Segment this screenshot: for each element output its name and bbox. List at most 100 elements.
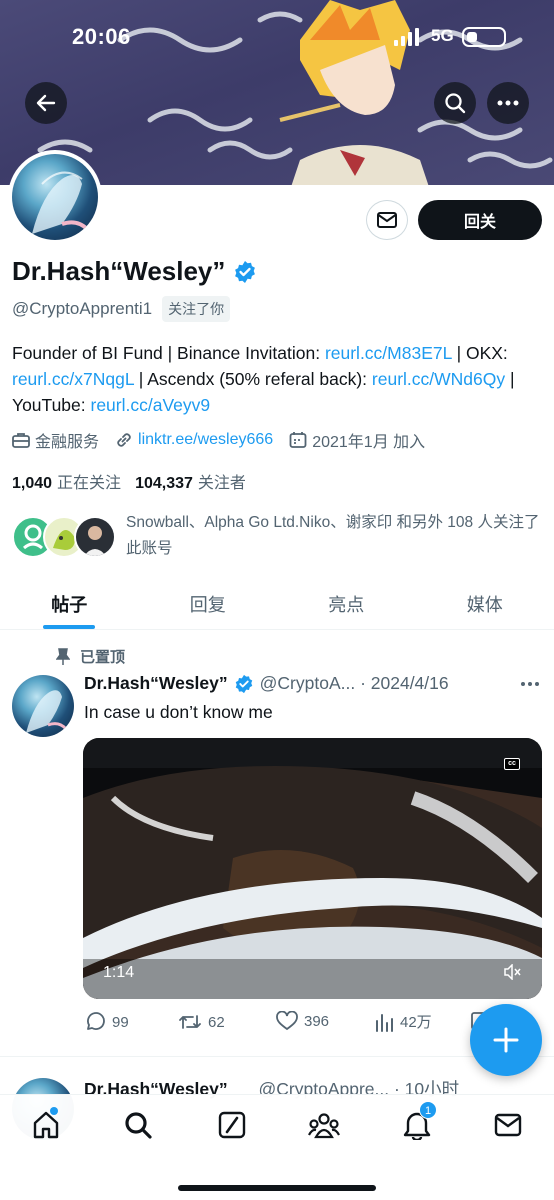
- mail-icon: [494, 1113, 522, 1137]
- nav-home[interactable]: [26, 1107, 66, 1141]
- network-type: 5G: [431, 26, 454, 45]
- nav-communities[interactable]: [304, 1109, 344, 1141]
- verified-badge-icon: [235, 260, 256, 283]
- like-action[interactable]: 396: [276, 1011, 329, 1031]
- profile-tabs: 帖子 回复 亮点 媒体: [0, 578, 554, 630]
- post-more-button[interactable]: [520, 672, 540, 701]
- follow-stats: 1,040 正在关注 104,337 关注者: [12, 469, 260, 493]
- views-bar-chart-icon: [376, 1013, 393, 1032]
- search-button[interactable]: [434, 82, 476, 124]
- profile-meta: 金融服务 linktr.ee/wesley666 2021年1月 加入: [12, 428, 441, 452]
- followed-by-text: Snowball、Alpha Go Ltd.Niko、谢家印 和另外 108 人…: [126, 514, 540, 557]
- views-count: 42万: [400, 1014, 432, 1031]
- website-item: linktr.ee/wesley666: [115, 431, 273, 449]
- plus-icon: [493, 1027, 519, 1053]
- followers-label: 关注者: [197, 475, 246, 492]
- joined-item: 2021年1月 加入: [289, 428, 425, 452]
- website-link[interactable]: linktr.ee/wesley666: [138, 431, 273, 449]
- communities-icon: [308, 1113, 340, 1139]
- bio-link-youtube[interactable]: reurl.cc/aVeyv9: [91, 395, 211, 415]
- more-options-button[interactable]: [487, 82, 529, 124]
- follower-avatar: [74, 516, 116, 558]
- post-video[interactable]: cc 1:14: [83, 738, 542, 999]
- more-horizontal-icon: [497, 100, 519, 106]
- search-icon: [445, 93, 466, 114]
- search-icon: [125, 1112, 152, 1139]
- tab-replies[interactable]: 回复: [139, 578, 278, 629]
- profile-name: Dr.Hash“Wesley”: [12, 256, 226, 286]
- message-button[interactable]: [366, 200, 408, 240]
- post-author-avatar[interactable]: [12, 675, 74, 737]
- avatar-image: [12, 675, 74, 737]
- repost-count: 62: [208, 1013, 225, 1031]
- bio-link-ascendx[interactable]: reurl.cc/WNd6Qy: [372, 369, 505, 389]
- followers-stat[interactable]: 104,337 关注者: [135, 469, 246, 493]
- pin-icon: [56, 647, 70, 665]
- following-label: 正在关注: [57, 475, 122, 492]
- handle-row: @CryptoApprenti1 关注了你: [12, 296, 231, 322]
- grok-icon: [218, 1111, 246, 1139]
- following-stat[interactable]: 1,040 正在关注: [12, 469, 121, 493]
- follow-back-button[interactable]: 回关: [418, 200, 542, 240]
- back-button[interactable]: [25, 82, 67, 124]
- briefcase-icon: [12, 433, 30, 448]
- battery-icon: [462, 27, 506, 47]
- joined-text: 2021年1月 加入: [312, 434, 426, 451]
- followers-count: 104,337: [135, 475, 193, 492]
- followed-by-avatars: [12, 516, 116, 560]
- bio-text: | Ascendx (50% referal back):: [133, 369, 372, 389]
- follows-you-badge: 关注了你: [162, 296, 231, 322]
- post-author-name[interactable]: Dr.Hash“Wesley”: [84, 673, 228, 694]
- category-item: 金融服务: [12, 428, 99, 452]
- reply-count: 99: [112, 1013, 129, 1031]
- bio-text: Founder of BI Fund | Binance Invitation:: [12, 343, 325, 363]
- heart-icon: [276, 1011, 298, 1031]
- tab-media[interactable]: 媒体: [416, 578, 554, 629]
- profile-bio: Founder of BI Fund | Binance Invitation:…: [12, 340, 546, 418]
- pinned-indicator: 已置顶: [56, 646, 125, 667]
- more-horizontal-icon: [521, 682, 539, 686]
- home-indicator: [178, 1185, 376, 1191]
- repost-icon: [179, 1015, 201, 1029]
- closed-captions-icon[interactable]: cc: [504, 758, 520, 770]
- calendar-icon: [289, 432, 307, 448]
- video-frame: [83, 738, 542, 999]
- post-header: Dr.Hash“Wesley” @CryptoA... · 2024/4/16: [84, 673, 544, 694]
- signal-icon: [394, 28, 419, 46]
- home-notification-dot: [50, 1107, 58, 1115]
- notifications-badge: 1: [419, 1101, 437, 1119]
- post-divider: [0, 1056, 554, 1057]
- followed-by-section[interactable]: Snowball、Alpha Go Ltd.Niko、谢家印 和另外 108 人…: [12, 510, 546, 562]
- video-duration: 1:14: [103, 964, 135, 981]
- pinned-label: 已置顶: [80, 649, 126, 666]
- tab-highlights[interactable]: 亮点: [277, 578, 416, 629]
- post-text: In case u don’t know me: [84, 702, 273, 722]
- status-bar: 20:06 5G: [0, 24, 554, 54]
- tab-posts[interactable]: 帖子: [0, 578, 139, 629]
- post-handle-date: @CryptoA... · 2024/4/16: [259, 673, 449, 693]
- back-arrow-icon: [36, 94, 56, 112]
- reply-icon: [87, 1012, 105, 1030]
- profile-name-row: Dr.Hash“Wesley”: [12, 256, 257, 287]
- mute-icon[interactable]: [504, 964, 522, 980]
- category-text: 金融服务: [35, 434, 100, 451]
- views-action[interactable]: 42万: [374, 1011, 432, 1032]
- home-icon: [33, 1111, 59, 1139]
- avatar-image: [12, 154, 98, 240]
- bio-link-okx[interactable]: reurl.cc/x7NqgL: [12, 369, 134, 389]
- bio-link-binance[interactable]: reurl.cc/M83E7L: [325, 343, 452, 363]
- repost-action[interactable]: 62: [178, 1011, 225, 1033]
- nav-grok[interactable]: [212, 1109, 252, 1141]
- status-time: 20:06: [72, 24, 131, 49]
- bio-text: | OKX:: [451, 343, 508, 363]
- profile-avatar[interactable]: [8, 150, 102, 244]
- like-count: 396: [304, 1012, 330, 1030]
- nav-messages[interactable]: [488, 1109, 528, 1141]
- nav-notifications[interactable]: 1: [397, 1101, 437, 1141]
- link-icon: [117, 433, 131, 447]
- profile-handle: @CryptoApprenti1: [12, 299, 153, 318]
- reply-action[interactable]: 99: [84, 1011, 129, 1033]
- mail-icon: [377, 212, 397, 228]
- compose-post-button[interactable]: [470, 1004, 542, 1076]
- nav-search[interactable]: [118, 1109, 158, 1141]
